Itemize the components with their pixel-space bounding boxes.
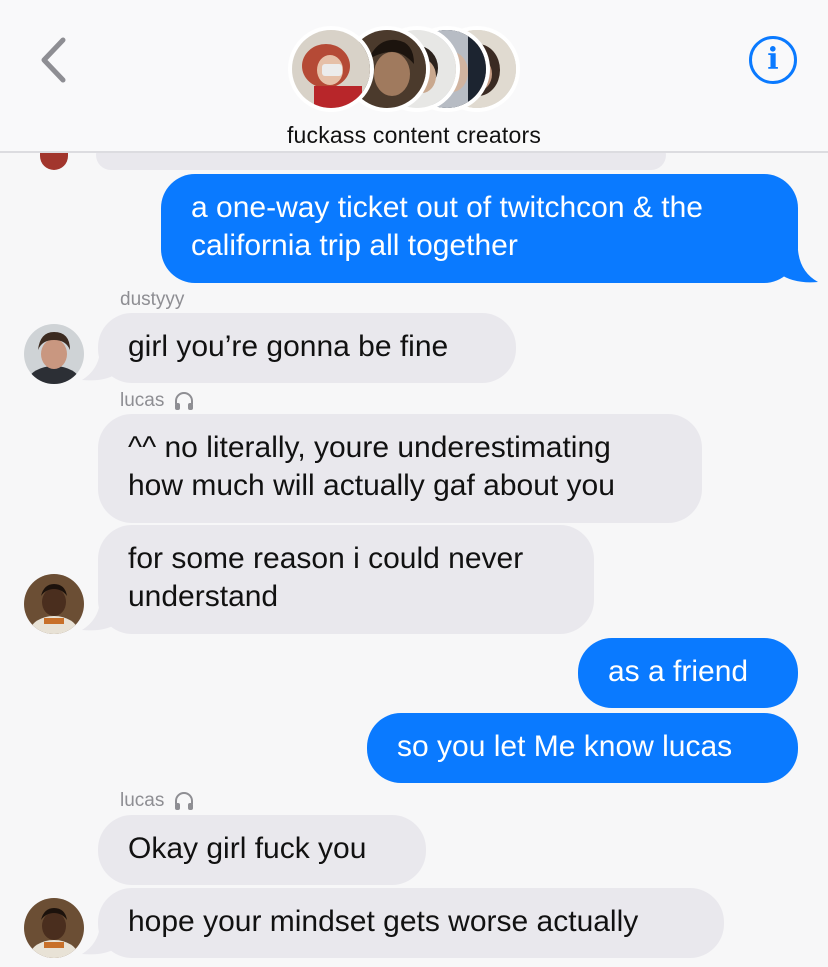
message-text-line: for some reason i could never	[128, 542, 524, 575]
info-icon: i	[767, 42, 779, 77]
sender-name: lucas	[120, 389, 196, 413]
message-text-line: ^^ no literally, youre underestimating	[128, 431, 611, 464]
message-text-line: how much will actually gaf about you	[128, 469, 615, 502]
message-bubble-incoming[interactable]: Okay girl fuck you	[98, 815, 426, 885]
message-text-line: understand	[128, 580, 279, 613]
message-bubble-outgoing[interactable]: as a friend	[578, 638, 798, 708]
avatar[interactable]	[24, 324, 84, 384]
messages-screen: a one-way ticket out of twitchcon & the …	[0, 0, 828, 967]
message-bubble-outgoing[interactable]: so you let Me know lucas	[367, 713, 798, 783]
headphones-icon	[175, 392, 194, 410]
message-bubble-incoming[interactable]: girl you’re gonna be fine	[98, 313, 516, 383]
sender-name: lucas	[120, 789, 196, 813]
message-text-line: a one-way ticket out of twitchcon & the	[191, 191, 703, 224]
avatar[interactable]	[24, 898, 84, 958]
bubble-tail	[780, 250, 818, 283]
message-text: hope your mindset gets worse actually	[128, 905, 639, 938]
sender-name: dustyyy	[120, 289, 185, 310]
headphones-icon	[175, 792, 194, 810]
message-text: girl you’re gonna be fine	[128, 330, 449, 363]
message-bubble-outgoing[interactable]: a one-way ticket out of twitchcon & the …	[161, 174, 798, 283]
navigation-header: i fuckass content creators	[0, 0, 828, 153]
chevron-left-icon	[41, 37, 66, 83]
message-bubble-incoming[interactable]: for some reason i could never understand	[98, 525, 594, 634]
back-button[interactable]	[30, 32, 76, 88]
message-text-line: california trip all together	[191, 229, 518, 262]
group-avatar-stack[interactable]	[288, 26, 528, 112]
conversation-title[interactable]: fuckass content creators	[0, 122, 828, 149]
message-bubble-incoming[interactable]: ^^ no literally, youre underestimating h…	[98, 414, 702, 523]
message-bubble-incoming[interactable]: hope your mindset gets worse actually	[98, 888, 724, 958]
message-text: Okay girl fuck you	[128, 832, 367, 865]
avatar	[288, 26, 374, 112]
message-text: so you let Me know lucas	[397, 730, 733, 763]
info-button[interactable]: i	[749, 36, 797, 84]
avatar[interactable]	[24, 574, 84, 634]
message-text: as a friend	[608, 655, 749, 688]
